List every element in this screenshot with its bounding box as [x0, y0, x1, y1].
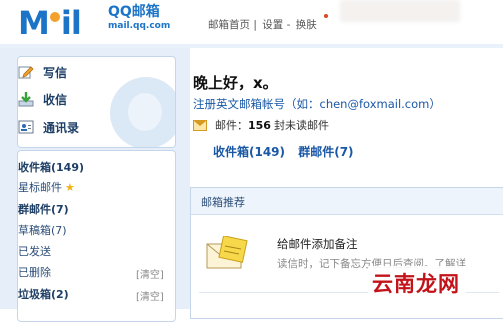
receive-label: 收信 [43, 92, 68, 107]
logo-dot [49, 12, 60, 22]
top-nav: 邮箱首页 | 设置 - 换肤 [208, 17, 317, 32]
mail-count-unit: 封 [273, 119, 285, 132]
mail-count-label: 邮件： [215, 119, 248, 132]
nav-settings-link[interactable]: 设置 [262, 19, 283, 31]
recommend-title: 邮箱推荐 [201, 196, 245, 209]
nav-home-link[interactable]: 邮箱首页 [208, 19, 250, 31]
write-icon [18, 64, 34, 80]
nav-separator: | [253, 19, 257, 31]
recommend-header: 邮箱推荐 [191, 188, 503, 215]
receive-mail-button[interactable]: 收信 [18, 88, 67, 110]
write-label: 写信 [43, 65, 68, 80]
star-icon: ★ [65, 181, 75, 194]
write-mail-button[interactable]: 写信 [18, 61, 67, 83]
contacts-label: 通讯录 [43, 120, 80, 135]
qq-mail-logo[interactable]: Mil [18, 4, 82, 42]
mail-count-line: 邮件： 156 封 未读邮件 [193, 117, 329, 133]
folder-inbox[interactable]: 收件箱(149) [18, 159, 84, 177]
recommend-panel: 邮箱推荐 给邮件添加备注 读信时，记下备忘方便日后查阅。了解详 [190, 187, 503, 319]
folder-spam[interactable]: 垃圾箱(2) [18, 286, 69, 304]
folder-starred-label: 星标邮件 [18, 181, 62, 194]
blurred-region [340, 0, 460, 22]
unread-mail-link[interactable]: 未读邮件 [285, 117, 329, 133]
envelope-icon [193, 119, 207, 131]
sticky-note-envelope-icon [206, 236, 248, 269]
quick-link-group-mail[interactable]: 群邮件(7) [298, 145, 353, 159]
folder-starred[interactable]: 星标邮件 ★ [18, 179, 75, 197]
mail-count-number: 156 [248, 118, 271, 132]
contacts-button[interactable]: 通讯录 [18, 116, 79, 138]
nav-skin-link[interactable]: 换肤 [296, 19, 317, 31]
contacts-icon [18, 119, 34, 135]
quick-link-inbox[interactable]: 收件箱(149) [213, 145, 285, 159]
receive-icon [18, 91, 34, 107]
new-indicator-dot [324, 14, 328, 18]
logo-text: QQ邮箱 mail.qq.com [108, 5, 170, 33]
logo-wordmark: Mil [18, 4, 82, 42]
nav-dash: - [286, 19, 291, 31]
logo-brand-name: QQ邮箱 [108, 4, 160, 20]
folder-sent[interactable]: 已发送 [18, 243, 51, 261]
greeting-text: 晚上好，x。 [193, 74, 278, 92]
add-mail-note-title[interactable]: 给邮件添加备注 [277, 236, 358, 252]
folder-deleted[interactable]: 已删除 [18, 264, 51, 282]
quick-links: 收件箱(149) 群邮件(7) [213, 143, 363, 160]
logo-url: mail.qq.com [108, 21, 171, 31]
site-watermark: 云南龙网 [372, 272, 460, 296]
penguin-watermark [110, 77, 175, 147]
folder-group-mail[interactable]: 群邮件(7) [18, 201, 69, 219]
register-english-account-link[interactable]: 注册英文邮箱帐号（如：chen@foxmail.com） [193, 96, 441, 112]
folder-drafts[interactable]: 草稿箱(7) [18, 222, 67, 240]
